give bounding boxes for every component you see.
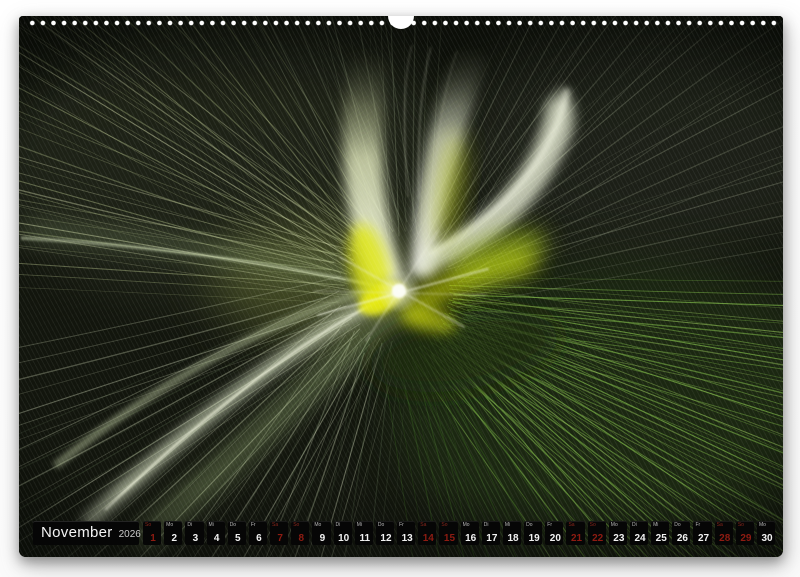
month-label: November 2026 xyxy=(33,521,139,545)
calendar-page: November 2026 So 1 Mo 2 Di 3 xyxy=(19,16,783,557)
day-cell: Mo 16 xyxy=(461,521,479,545)
weekday-label: Mo xyxy=(166,522,173,528)
day-cell: Mi 18 xyxy=(503,521,521,545)
month-name: November xyxy=(41,521,113,544)
weekday-label: Mo xyxy=(611,522,618,528)
date-strip: So 1 Mo 2 Di 3 Mi 4 xyxy=(143,521,775,545)
day-cell: Mo 23 xyxy=(609,521,627,545)
weekday-label: So xyxy=(738,522,744,528)
day-cell: Sa 14 xyxy=(418,521,436,545)
day-cell: Mo 2 xyxy=(164,521,182,545)
day-number: 29 xyxy=(736,533,754,544)
day-cell: Mo 30 xyxy=(757,521,775,545)
weekday-label: Sa xyxy=(568,522,574,528)
day-number: 19 xyxy=(524,533,542,544)
day-number: 20 xyxy=(545,533,563,544)
day-number: 18 xyxy=(503,533,521,544)
weekday-label: So xyxy=(293,522,299,528)
day-number: 17 xyxy=(482,533,500,544)
day-cell: Sa 7 xyxy=(270,521,288,545)
day-number: 16 xyxy=(461,533,479,544)
day-number: 22 xyxy=(588,533,606,544)
weekday-label: Do xyxy=(378,522,384,528)
day-cell: Mi 25 xyxy=(651,521,669,545)
day-cell: Sa 21 xyxy=(566,521,584,545)
day-number: 13 xyxy=(397,533,415,544)
day-cell: Fr 20 xyxy=(545,521,563,545)
day-number: 23 xyxy=(609,533,627,544)
day-number: 25 xyxy=(651,533,669,544)
weekday-label: So xyxy=(590,522,596,528)
day-number: 24 xyxy=(630,533,648,544)
weekday-label: Fr xyxy=(547,522,552,528)
day-cell: Fr 6 xyxy=(249,521,267,545)
day-number: 15 xyxy=(439,533,457,544)
day-number: 9 xyxy=(312,533,330,544)
day-number: 26 xyxy=(672,533,690,544)
day-cell: Di 10 xyxy=(334,521,352,545)
day-cell: Di 17 xyxy=(482,521,500,545)
day-cell: Di 3 xyxy=(185,521,203,545)
weekday-label: Fr xyxy=(695,522,700,528)
weekday-label: Mi xyxy=(505,522,510,528)
day-cell: So 8 xyxy=(291,521,309,545)
day-cell: Mi 4 xyxy=(207,521,225,545)
weekday-label: Di xyxy=(484,522,489,528)
weekday-label: Sa xyxy=(420,522,426,528)
weekday-label: Fr xyxy=(399,522,404,528)
calendar-artwork xyxy=(19,16,783,557)
weekday-label: Di xyxy=(187,522,192,528)
day-cell: Sa 28 xyxy=(715,521,733,545)
weekday-label: Do xyxy=(230,522,236,528)
weekday-label: Di xyxy=(632,522,637,528)
weekday-label: Do xyxy=(674,522,680,528)
day-number: 11 xyxy=(355,533,373,544)
day-cell: Fr 13 xyxy=(397,521,415,545)
day-number: 28 xyxy=(715,533,733,544)
day-cell: Di 24 xyxy=(630,521,648,545)
weekday-label: Mo xyxy=(463,522,470,528)
year-label: 2026 xyxy=(119,529,141,540)
day-number: 21 xyxy=(566,533,584,544)
day-cell: Mi 11 xyxy=(355,521,373,545)
weekday-label: Fr xyxy=(251,522,256,528)
day-number: 8 xyxy=(291,533,309,544)
day-cell: So 22 xyxy=(588,521,606,545)
weekday-label: Di xyxy=(336,522,341,528)
weekday-label: Mo xyxy=(759,522,766,528)
day-number: 27 xyxy=(693,533,711,544)
day-number: 4 xyxy=(207,533,225,544)
day-cell: Do 26 xyxy=(672,521,690,545)
day-number: 14 xyxy=(418,533,436,544)
day-number: 1 xyxy=(143,533,161,544)
weekday-label: Mi xyxy=(653,522,658,528)
day-cell: Fr 27 xyxy=(693,521,711,545)
weekday-label: So xyxy=(441,522,447,528)
day-cell: So 15 xyxy=(439,521,457,545)
day-number: 10 xyxy=(334,533,352,544)
weekday-label: So xyxy=(145,522,151,528)
day-number: 12 xyxy=(376,533,394,544)
weekday-label: Do xyxy=(526,522,532,528)
weekday-label: Mi xyxy=(209,522,214,528)
day-number: 2 xyxy=(164,533,182,544)
weekday-label: Sa xyxy=(272,522,278,528)
day-cell: Mo 9 xyxy=(312,521,330,545)
day-number: 6 xyxy=(249,533,267,544)
weekday-label: Sa xyxy=(717,522,723,528)
product-photo: November 2026 So 1 Mo 2 Di 3 xyxy=(0,0,800,577)
weekday-label: Mi xyxy=(357,522,362,528)
day-number: 3 xyxy=(185,533,203,544)
day-cell: Do 5 xyxy=(228,521,246,545)
day-cell: So 1 xyxy=(143,521,161,545)
day-cell: Do 19 xyxy=(524,521,542,545)
day-cell: So 29 xyxy=(736,521,754,545)
day-cell: Do 12 xyxy=(376,521,394,545)
weekday-label: Mo xyxy=(314,522,321,528)
day-number: 30 xyxy=(757,533,775,544)
day-number: 7 xyxy=(270,533,288,544)
day-number: 5 xyxy=(228,533,246,544)
